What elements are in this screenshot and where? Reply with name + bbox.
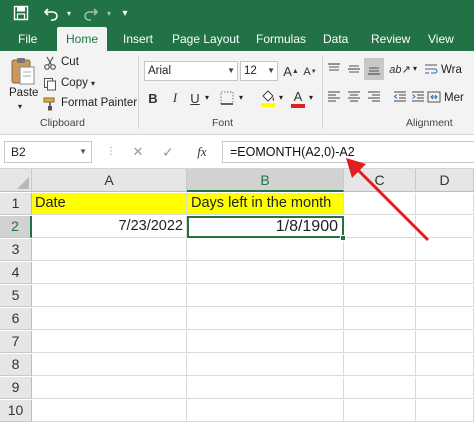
- annotation-arrow: [346, 158, 430, 242]
